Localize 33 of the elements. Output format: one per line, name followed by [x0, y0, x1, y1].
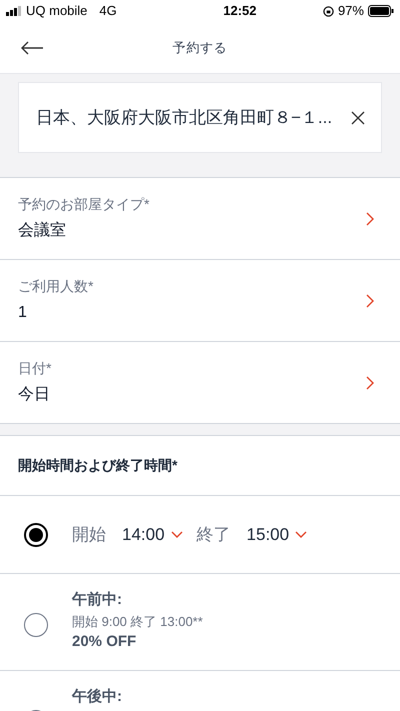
section-heading: 開始時間および終了時間* — [18, 456, 178, 475]
chevron-right-icon — [366, 376, 374, 390]
option-title: 午前中: — [72, 590, 123, 610]
chevron-right-icon — [366, 212, 374, 226]
caret-icon — [295, 530, 308, 538]
radio-button[interactable] — [24, 613, 48, 637]
end-time-dropdown[interactable]: 15:00 — [246, 522, 314, 548]
battery-icon — [368, 5, 394, 17]
field-label: ご利用人数* — [18, 277, 94, 296]
option-title: 午後中: — [72, 686, 122, 706]
option-detail: 開始 9:00 終了 13:00** — [72, 612, 203, 630]
signal-icon — [6, 6, 22, 16]
clear-icon[interactable] — [351, 110, 365, 124]
clock: 12:52 — [223, 2, 256, 20]
end-label: 終了 — [196, 524, 231, 546]
field-label: 予約のお部屋タイプ* — [18, 195, 150, 214]
field-value: 今日 — [18, 385, 51, 405]
carrier-name: UQ mobile — [26, 2, 88, 20]
chevron-right-icon — [366, 294, 374, 308]
network-type: 4G — [99, 2, 117, 20]
caret-icon — [170, 530, 183, 538]
battery-percent: 97% — [338, 2, 364, 20]
radio-button[interactable] — [24, 522, 48, 546]
field-value: 会議室 — [18, 220, 67, 241]
discount-label: 20% OFF — [72, 632, 138, 652]
page-title: 予約する — [172, 38, 228, 57]
field-value: 1 — [18, 303, 28, 323]
start-label: 開始 — [72, 524, 106, 546]
start-time-dropdown[interactable]: 14:00 — [122, 522, 189, 548]
field-label: 日付* — [18, 359, 52, 378]
location-field[interactable]: 日本、大阪府大阪市北区角田町８−１... — [18, 82, 382, 153]
rotation-lock-icon — [322, 6, 334, 16]
back-arrow-icon — [20, 40, 44, 56]
